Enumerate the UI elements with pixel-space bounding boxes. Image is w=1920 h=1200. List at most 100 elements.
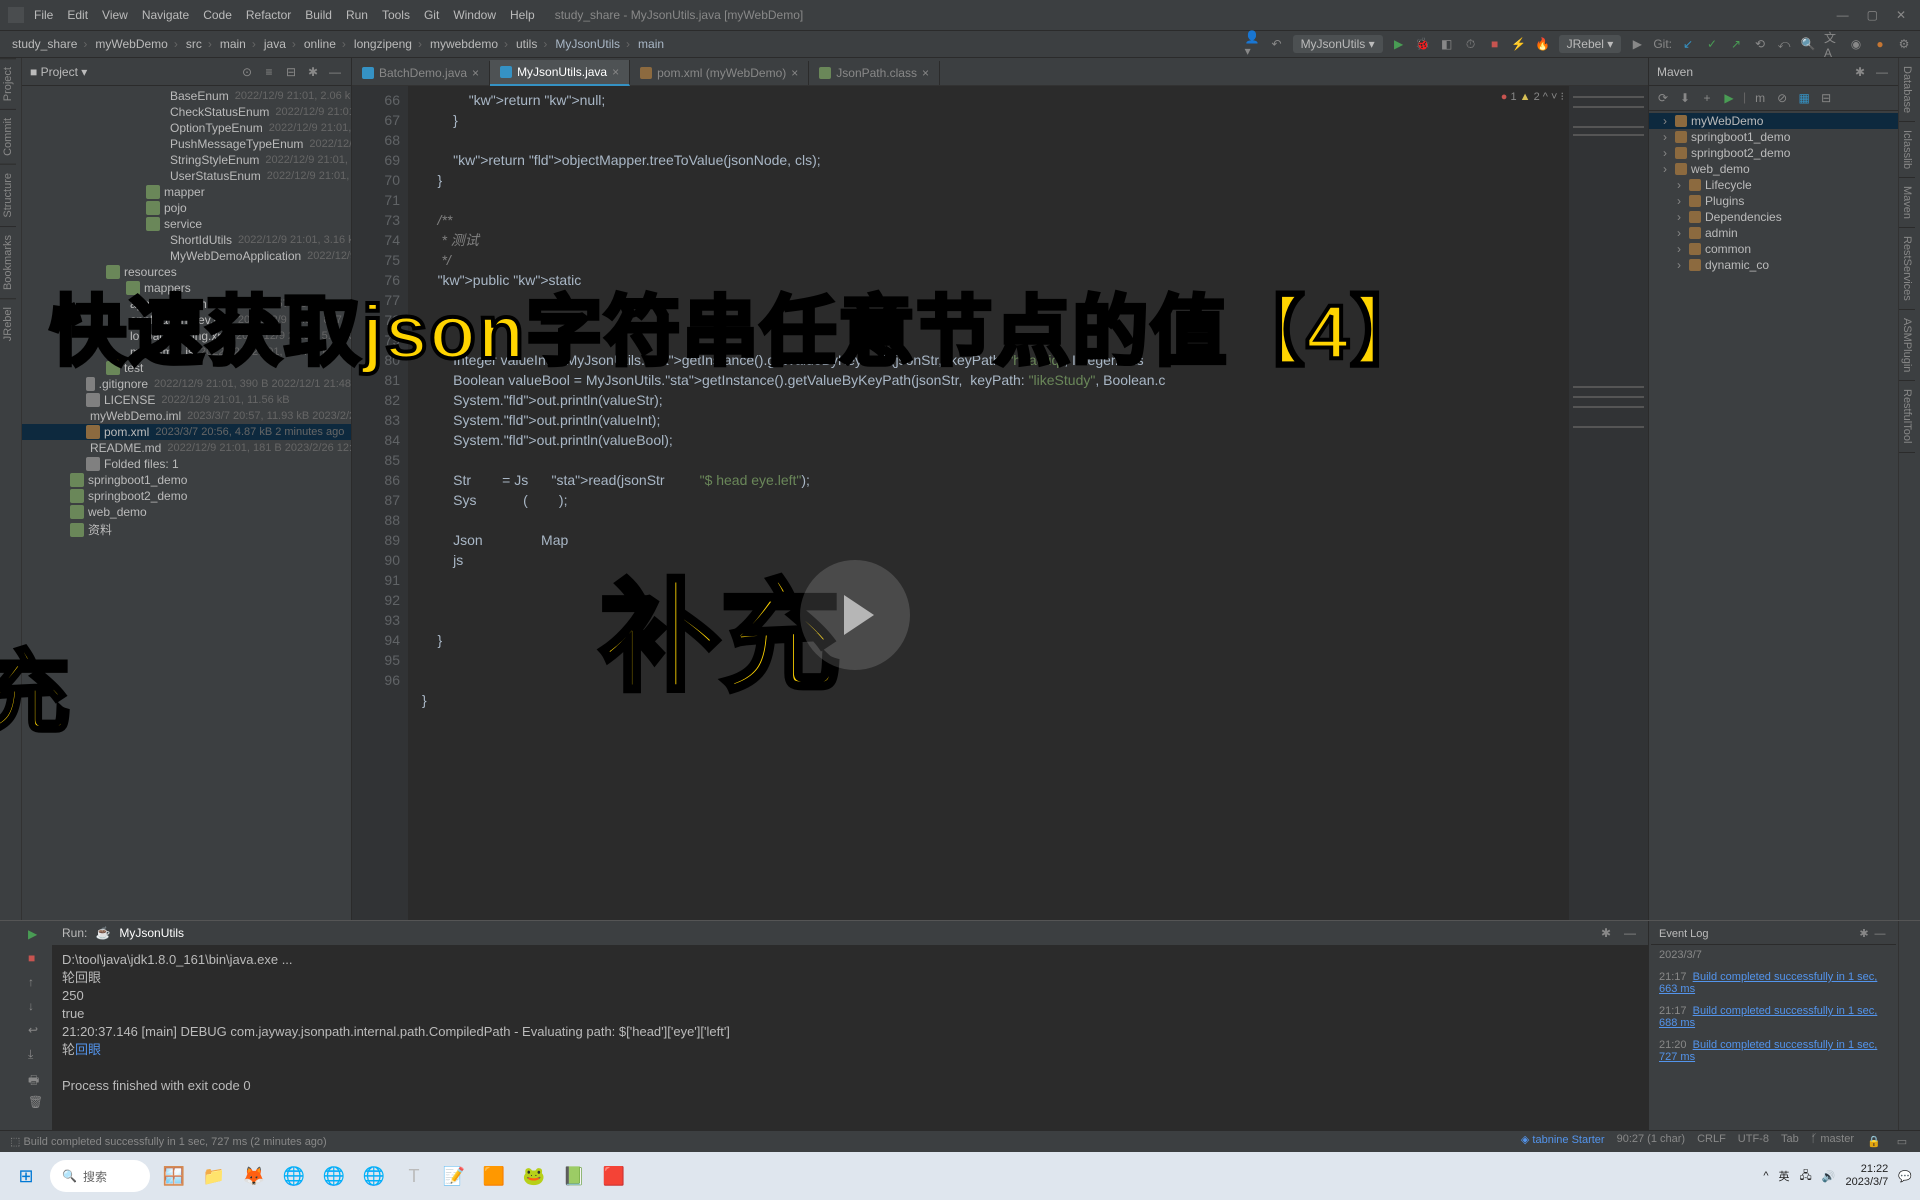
tree-item[interactable]: README.md2022/12/9 21:01, 181 B 2023/2/2… [22, 440, 351, 456]
close-icon[interactable]: ✕ [1896, 8, 1906, 22]
stripe-structure[interactable]: Structure [0, 164, 16, 226]
menu-view[interactable]: View [102, 8, 128, 22]
tree-item[interactable]: logback-spring.xml2022/12/9 21:01, 5.05 … [22, 328, 351, 344]
taskbar-app[interactable]: T [396, 1158, 432, 1194]
crumb-0[interactable]: study_share [8, 37, 91, 51]
event-log-body[interactable]: 2023/3/721:17 Build completed successful… [1659, 949, 1888, 1063]
maven-settings-icon[interactable]: ✱ [1852, 64, 1868, 80]
taskbar-app[interactable]: 🌐 [316, 1158, 352, 1194]
stop-icon[interactable]: ■ [1487, 36, 1503, 52]
tray-net-icon[interactable]: 🖧 [1800, 1167, 1812, 1186]
menu-build[interactable]: Build [305, 8, 332, 22]
profile-icon[interactable]: ⏱ [1463, 36, 1479, 52]
menu-navigate[interactable]: Navigate [142, 8, 189, 22]
stripe-database[interactable]: Database [1899, 58, 1915, 122]
maven-item[interactable]: ›springboot2_demo [1649, 145, 1898, 161]
run-icon[interactable]: ▶ [1391, 36, 1407, 52]
history-icon[interactable]: ⟲ [1752, 36, 1768, 52]
stripe-restservices[interactable]: RestServices [1899, 228, 1915, 310]
crumb-3[interactable]: main [216, 37, 260, 51]
maven-item[interactable]: ›Lifecycle [1649, 177, 1898, 193]
crumb-7[interactable]: mywebdemo [426, 37, 512, 51]
scroll-end-icon[interactable]: ⤓ [28, 1047, 46, 1065]
git-branch[interactable]: ᚶ master [1811, 1133, 1854, 1149]
menu-edit[interactable]: Edit [67, 8, 88, 22]
maven-item[interactable]: ›admin [1649, 225, 1898, 241]
crumb-2[interactable]: src [182, 37, 216, 51]
maven-item[interactable]: ›dynamic_co [1649, 257, 1898, 273]
tree-item[interactable]: MyWebDemoApplication2022/12/9 21:01, 351… [22, 248, 351, 264]
tree-item[interactable]: pojo [22, 200, 351, 216]
search-icon[interactable]: 🔍 [1800, 36, 1816, 52]
maven-item[interactable]: ›common [1649, 241, 1898, 257]
tree-item[interactable]: web_demo [22, 504, 351, 520]
stripe-iclasslib[interactable]: Iclasslib [1899, 122, 1915, 178]
user-icon[interactable]: 👤▾ [1245, 36, 1261, 52]
menu-code[interactable]: Code [203, 8, 232, 22]
tree-item[interactable]: pom.xml2023/3/7 20:56, 4.87 kB 2 minutes… [22, 424, 351, 440]
crumb-6[interactable]: longzipeng [350, 37, 426, 51]
editor-tab[interactable]: pom.xml (myWebDemo)× [630, 61, 809, 85]
run-settings-icon[interactable]: ✱ [1598, 925, 1614, 941]
editor-tab[interactable]: BatchDemo.java× [352, 61, 490, 85]
gear-icon[interactable]: ⚙ [1896, 36, 1912, 52]
taskbar-app[interactable]: 🐸 [516, 1158, 552, 1194]
menu-run[interactable]: Run [346, 8, 368, 22]
menu-tools[interactable]: Tools [382, 8, 410, 22]
settings-icon[interactable]: ✱ [305, 64, 321, 80]
maven-tree[interactable]: ›myWebDemo›springboot1_demo›springboot2_… [1649, 111, 1898, 275]
tree-item[interactable]: ShortIdUtils2022/12/9 21:01, 3.16 kB [22, 232, 351, 248]
stripe-maven[interactable]: Maven [1899, 178, 1915, 228]
tree-item[interactable]: StringStyleEnum2022/12/9 21:01, 521 B 20… [22, 152, 351, 168]
menu-file[interactable]: File [34, 8, 53, 22]
tree-item[interactable]: Folded files: 1 [22, 456, 351, 472]
git-update-icon[interactable]: ↙ [1680, 36, 1696, 52]
crumb-8[interactable]: utils [512, 37, 551, 51]
tray-up-icon[interactable]: ^ [1763, 1170, 1768, 1182]
avatar-icon[interactable]: ● [1872, 36, 1888, 52]
maximize-icon[interactable]: ▢ [1867, 8, 1878, 22]
maven-item[interactable]: ›myWebDemo [1649, 113, 1898, 129]
menu-git[interactable]: Git [424, 8, 439, 22]
taskbar-app[interactable]: 🦊 [236, 1158, 272, 1194]
tree-item[interactable]: mappers [22, 280, 351, 296]
back-icon[interactable]: ↶ [1269, 36, 1285, 52]
maven-item[interactable]: ›Dependencies [1649, 209, 1898, 225]
collapse-icon[interactable]: ⊟ [1818, 90, 1834, 106]
encoding[interactable]: UTF-8 [1738, 1133, 1769, 1149]
tray-vol-icon[interactable]: 🔊 [1822, 1170, 1836, 1183]
tree-item[interactable]: 资料 [22, 520, 351, 539]
tree-item[interactable]: test [22, 360, 351, 376]
git-commit-icon[interactable]: ✓ [1704, 36, 1720, 52]
maven-item[interactable]: ›springboot1_demo [1649, 129, 1898, 145]
crumb-9[interactable]: MyJsonUtils [551, 37, 634, 51]
select-opened-icon[interactable]: ⊙ [239, 64, 255, 80]
flame-icon[interactable]: 🔥 [1535, 36, 1551, 52]
tree-item[interactable]: mapper [22, 184, 351, 200]
expand-all-icon[interactable]: ≡ [261, 64, 277, 80]
tree-item[interactable]: CheckStatusEnum2022/12/9 21:01, 480 B [22, 104, 351, 120]
down-icon[interactable]: ↓ [28, 999, 46, 1017]
reload-icon[interactable]: ⟳ [1655, 90, 1671, 106]
tree-item[interactable]: resources [22, 264, 351, 280]
tree-item[interactable]: application-dev.yml2022/12/9 21:35, 867 … [22, 312, 351, 328]
breadcrumb[interactable]: study_sharemyWebDemosrcmainjavaonlinelon… [8, 37, 668, 51]
jrebel-combo[interactable]: JRebel ▾ [1559, 35, 1622, 53]
git-push-icon[interactable]: ↗ [1728, 36, 1744, 52]
editor-tab[interactable]: JsonPath.class× [809, 61, 940, 85]
maven-item[interactable]: ›Plugins [1649, 193, 1898, 209]
line-sep[interactable]: CRLF [1697, 1133, 1726, 1149]
stripe-bookmarks[interactable]: Bookmarks [0, 226, 16, 298]
minimize-icon[interactable]: — [1837, 8, 1849, 22]
stripe-restfultool[interactable]: RestfulTool [1899, 381, 1915, 452]
print-icon[interactable]: 🖶 [28, 1071, 46, 1089]
tree-item[interactable]: springboot1_demo [22, 472, 351, 488]
lightning-icon[interactable]: ⚡ [1511, 36, 1527, 52]
run-config-combo[interactable]: MyJsonUtils ▾ [1293, 35, 1383, 53]
taskbar-app[interactable]: 🟧 [476, 1158, 512, 1194]
debug-icon[interactable]: 🐞 [1415, 36, 1431, 52]
tree-item[interactable]: .gitignore2022/12/9 21:01, 390 B 2022/12… [22, 376, 351, 392]
tray-lang-icon[interactable]: 英 [1779, 1168, 1790, 1184]
generate-icon[interactable]: ⬇ [1677, 90, 1693, 106]
taskbar-search[interactable]: 🔍 搜索 [50, 1160, 150, 1192]
